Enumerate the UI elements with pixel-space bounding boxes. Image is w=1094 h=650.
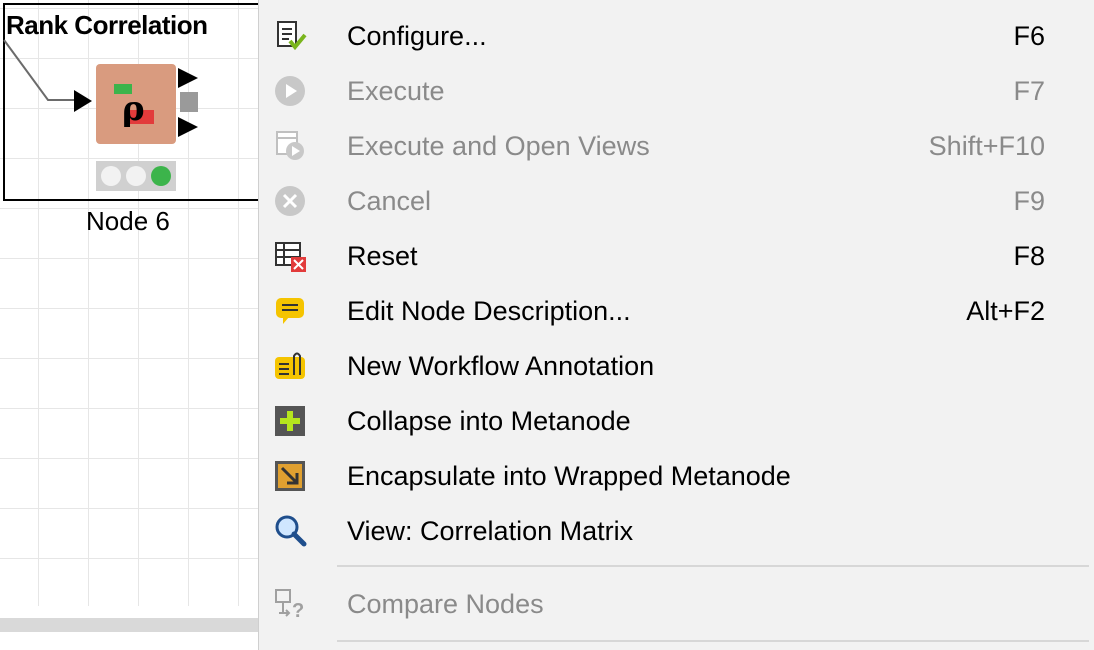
- execute-icon: [273, 74, 307, 108]
- menu-separator: [337, 565, 1089, 567]
- menu-item-new-workflow-annotation[interactable]: New Workflow Annotation: [259, 338, 1094, 393]
- execute-open-views-icon: [273, 129, 307, 163]
- rank-correlation-node[interactable]: ρ: [0, 0, 260, 200]
- menu-item-execute[interactable]: Execute F7: [259, 63, 1094, 118]
- wrapped-metanode-icon: [273, 459, 307, 493]
- node-icon-glyph: ρ: [122, 89, 145, 129]
- connection-line: [3, 39, 76, 101]
- cancel-icon: [273, 184, 307, 218]
- output-port-3: [178, 117, 198, 137]
- collapse-metanode-icon: [273, 404, 307, 438]
- output-port-1: [178, 68, 198, 88]
- annotation-icon: [273, 349, 307, 383]
- output-port-2: [180, 92, 198, 112]
- menu-item-execute-open-views[interactable]: Execute and Open Views Shift+F10: [259, 118, 1094, 173]
- canvas-horizontal-scrollbar[interactable]: [0, 618, 260, 632]
- menu-item-collapse-into-metanode[interactable]: Collapse into Metanode: [259, 393, 1094, 448]
- menu-item-configure[interactable]: Configure... F6: [259, 8, 1094, 63]
- magnifier-icon: [273, 514, 307, 548]
- menu-item-encapsulate-wrapped-metanode[interactable]: Encapsulate into Wrapped Metanode: [259, 448, 1094, 503]
- menu-item-cancel[interactable]: Cancel F9: [259, 173, 1094, 228]
- menu-item-view-correlation-matrix[interactable]: View: Correlation Matrix: [259, 503, 1094, 558]
- edit-description-icon: [273, 294, 307, 328]
- menu-item-edit-node-description[interactable]: Edit Node Description... Alt+F2: [259, 283, 1094, 338]
- svg-text:?: ?: [292, 600, 304, 621]
- compare-nodes-icon: ?: [273, 587, 307, 622]
- menu-item-compare-nodes[interactable]: ? Compare Nodes: [259, 576, 1094, 631]
- input-port: [74, 90, 92, 112]
- reset-icon: [273, 239, 307, 273]
- context-menu: Configure... F6 Execute F7 Execute and O…: [258, 0, 1094, 650]
- status-green-light: [151, 166, 171, 186]
- menu-item-reset[interactable]: Reset F8: [259, 228, 1094, 283]
- configure-icon: [273, 19, 307, 53]
- menu-separator-bottom: [337, 640, 1089, 642]
- node-label: Node 6: [86, 206, 170, 236]
